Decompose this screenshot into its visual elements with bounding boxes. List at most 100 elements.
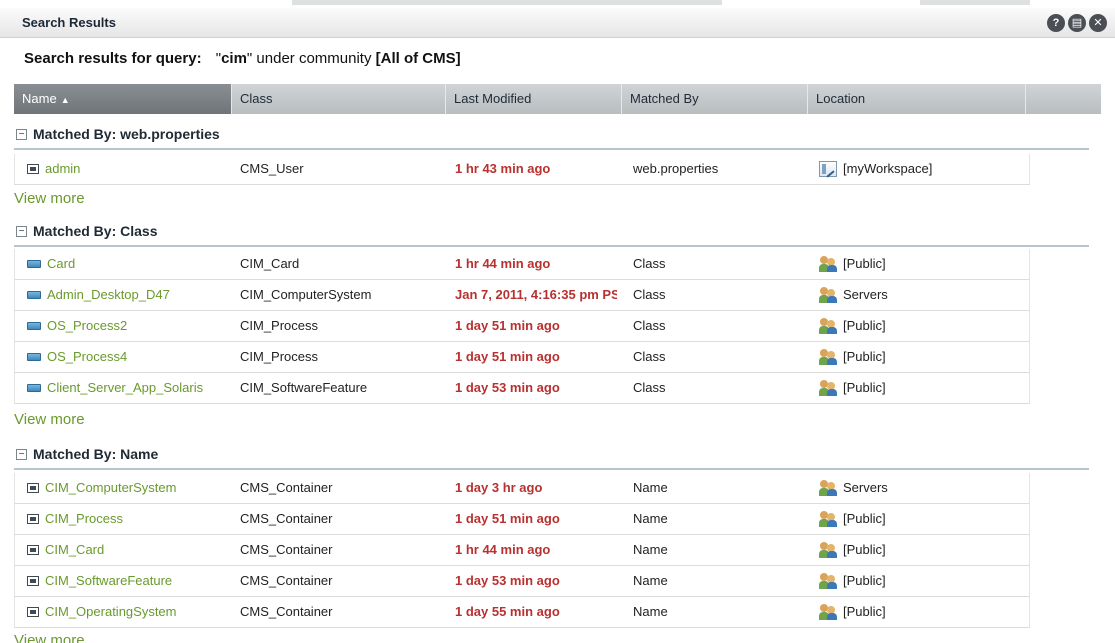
results-table-header: Name ▲ Class Last Modified Matched By Loc…: [14, 84, 1101, 114]
row-name-link[interactable]: Admin_Desktop_D47: [47, 280, 170, 310]
close-button[interactable]: ✕: [1089, 14, 1107, 32]
row-matched-by: Name: [633, 511, 668, 526]
collapse-icon[interactable]: −: [16, 225, 27, 237]
people-icon: [819, 480, 837, 496]
row-name-link[interactable]: CIM_Card: [45, 535, 104, 565]
row-class: CIM_Process: [240, 318, 319, 333]
view-more-link[interactable]: View more: [14, 190, 85, 207]
workspace-icon: [819, 161, 837, 177]
row-name-link[interactable]: Card: [47, 249, 75, 279]
column-header-label: Location: [816, 91, 866, 106]
view-more-link[interactable]: View more: [14, 632, 85, 643]
row-matched-by: Name: [633, 573, 668, 588]
table-row[interactable]: CIM_Process CMS_Container 1 day 51 min a…: [14, 504, 1030, 535]
row-class: CMS_Container: [240, 480, 333, 495]
query-connector: under community: [256, 50, 372, 67]
ci-icon: [27, 260, 41, 268]
table-row[interactable]: Card CIM_Card 1 hr 44 min ago Class [Pub…: [14, 249, 1030, 280]
people-icon: [819, 380, 837, 396]
background-window-strip: [0, 0, 1115, 8]
container-icon: [27, 514, 39, 524]
people-icon: [819, 511, 837, 527]
row-last-modified: 1 day 51 min ago: [455, 349, 560, 364]
table-row[interactable]: OS_Process4 CIM_Process 1 day 51 min ago…: [14, 342, 1030, 373]
table-row[interactable]: OS_Process2 CIM_Process 1 day 51 min ago…: [14, 311, 1030, 342]
column-header-label: Last Modified: [454, 91, 532, 106]
people-icon: [819, 573, 837, 589]
row-last-modified: 1 day 53 min ago: [455, 380, 560, 395]
row-location: [Public]: [843, 256, 886, 271]
row-class: CIM_Card: [240, 256, 300, 271]
container-icon: [27, 576, 39, 586]
group-title: Matched By: Name: [33, 446, 159, 462]
row-last-modified: 1 day 3 hr ago: [455, 480, 543, 495]
row-class: CIM_ComputerSystem: [240, 287, 372, 302]
row-class: CMS_Container: [240, 573, 333, 588]
row-class: CIM_SoftwareFeature: [240, 380, 368, 395]
column-header-class[interactable]: Class: [232, 84, 446, 114]
group-header-class[interactable]: − Matched By: Class: [14, 217, 1089, 247]
table-row[interactable]: Client_Server_App_Solaris CIM_SoftwareFe…: [14, 373, 1030, 404]
row-class: CMS_Container: [240, 511, 333, 526]
people-icon: [819, 349, 837, 365]
help-button[interactable]: ?: [1047, 14, 1065, 32]
container-icon: [27, 607, 39, 617]
query-summary: Search results for query: "cim" under co…: [24, 50, 461, 67]
query-scope: [All of CMS]: [375, 50, 461, 67]
people-icon: [819, 287, 837, 303]
view-more-link[interactable]: View more: [14, 411, 85, 428]
row-name-link[interactable]: Client_Server_App_Solaris: [47, 373, 203, 403]
row-name-link[interactable]: admin: [45, 154, 80, 184]
row-location: [Public]: [843, 349, 886, 364]
row-matched-by: Name: [633, 604, 668, 619]
ci-icon: [27, 291, 41, 299]
row-location: [Public]: [843, 542, 886, 557]
row-last-modified: 1 day 55 min ago: [455, 604, 560, 619]
container-icon: [27, 545, 39, 555]
print-button[interactable]: ▤: [1068, 14, 1086, 32]
row-location: [Public]: [843, 573, 886, 588]
row-matched-by: Class: [633, 380, 666, 395]
group-title: Matched By: web.properties: [33, 126, 220, 142]
ci-icon: [27, 322, 41, 330]
row-matched-by: Class: [633, 256, 666, 271]
row-name-link[interactable]: OS_Process2: [47, 311, 127, 341]
table-row[interactable]: CIM_SoftwareFeature CMS_Container 1 day …: [14, 566, 1030, 597]
row-name-link[interactable]: CIM_SoftwareFeature: [45, 566, 172, 596]
table-row[interactable]: CIM_OperatingSystem CMS_Container 1 day …: [14, 597, 1030, 628]
row-matched-by: Class: [633, 318, 666, 333]
query-close-quote: ": [246, 50, 253, 67]
row-last-modified: Jan 7, 2011, 4:16:35 pm PST: [455, 287, 617, 302]
group-header-web-properties[interactable]: − Matched By: web.properties: [14, 120, 1089, 150]
people-icon: [819, 318, 837, 334]
row-location: [Public]: [843, 511, 886, 526]
user-icon: [27, 164, 39, 174]
dialog-title: Search Results: [22, 15, 116, 30]
column-header-last-modified[interactable]: Last Modified: [446, 84, 622, 114]
row-name-link[interactable]: CIM_OperatingSystem: [45, 597, 177, 627]
column-header-location[interactable]: Location: [808, 84, 1026, 114]
collapse-icon[interactable]: −: [16, 128, 27, 140]
column-header-matched-by[interactable]: Matched By: [622, 84, 808, 114]
ci-icon: [27, 384, 41, 392]
ci-icon: [27, 353, 41, 361]
row-location: Servers: [843, 287, 888, 302]
row-location: [myWorkspace]: [843, 161, 933, 176]
table-row[interactable]: CIM_ComputerSystem CMS_Container 1 day 3…: [14, 473, 1030, 504]
row-class: CIM_Process: [240, 349, 319, 364]
table-row[interactable]: Admin_Desktop_D47 CIM_ComputerSystem Jan…: [14, 280, 1030, 311]
row-last-modified: 1 day 51 min ago: [455, 511, 560, 526]
row-name-link[interactable]: CIM_Process: [45, 504, 123, 534]
row-name-link[interactable]: CIM_ComputerSystem: [45, 473, 176, 503]
column-header-filler: [1026, 84, 1101, 114]
column-header-label: Name: [22, 91, 57, 106]
column-header-label: Class: [240, 91, 273, 106]
column-header-name[interactable]: Name ▲: [14, 84, 232, 114]
row-name-link[interactable]: OS_Process4: [47, 342, 127, 372]
query-term: cim: [221, 50, 247, 67]
table-row[interactable]: admin CMS_User 1 hr 43 min ago web.prope…: [14, 154, 1030, 185]
table-row[interactable]: CIM_Card CMS_Container 1 hr 44 min ago N…: [14, 535, 1030, 566]
group-header-name[interactable]: − Matched By: Name: [14, 440, 1089, 470]
collapse-icon[interactable]: −: [16, 448, 27, 460]
row-last-modified: 1 day 51 min ago: [455, 318, 560, 333]
